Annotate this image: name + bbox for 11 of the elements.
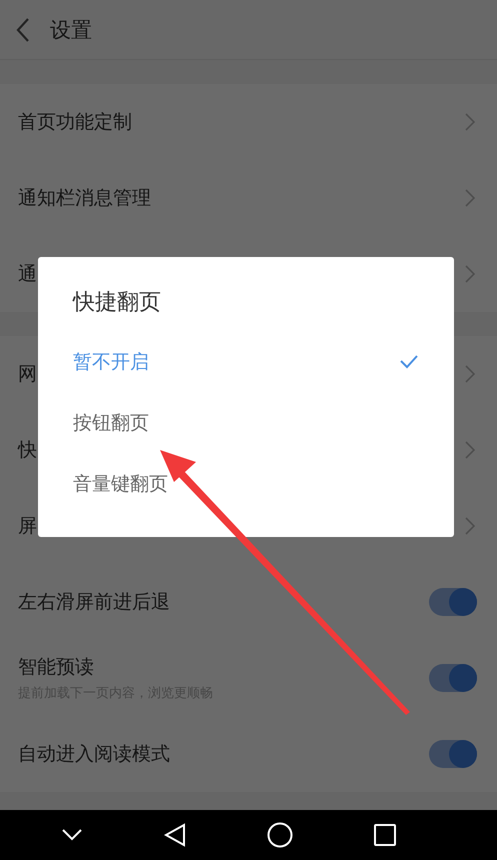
setting-label: 快	[18, 438, 37, 463]
setting-label: 屏	[18, 514, 37, 539]
setting-label: 自动进入阅读模式	[18, 742, 170, 767]
dialog-title: 快捷翻页	[72, 289, 162, 317]
setting-label: 网	[18, 362, 37, 387]
setting-label: 通知栏消息管理	[18, 186, 151, 211]
setting-label: 通	[18, 262, 37, 287]
setting-label: 左右滑屏前进后退	[18, 590, 170, 615]
setting-label: 智能预读	[18, 655, 95, 680]
setting-label: 首页功能定制	[18, 110, 132, 135]
page-title: 设置	[50, 16, 92, 44]
